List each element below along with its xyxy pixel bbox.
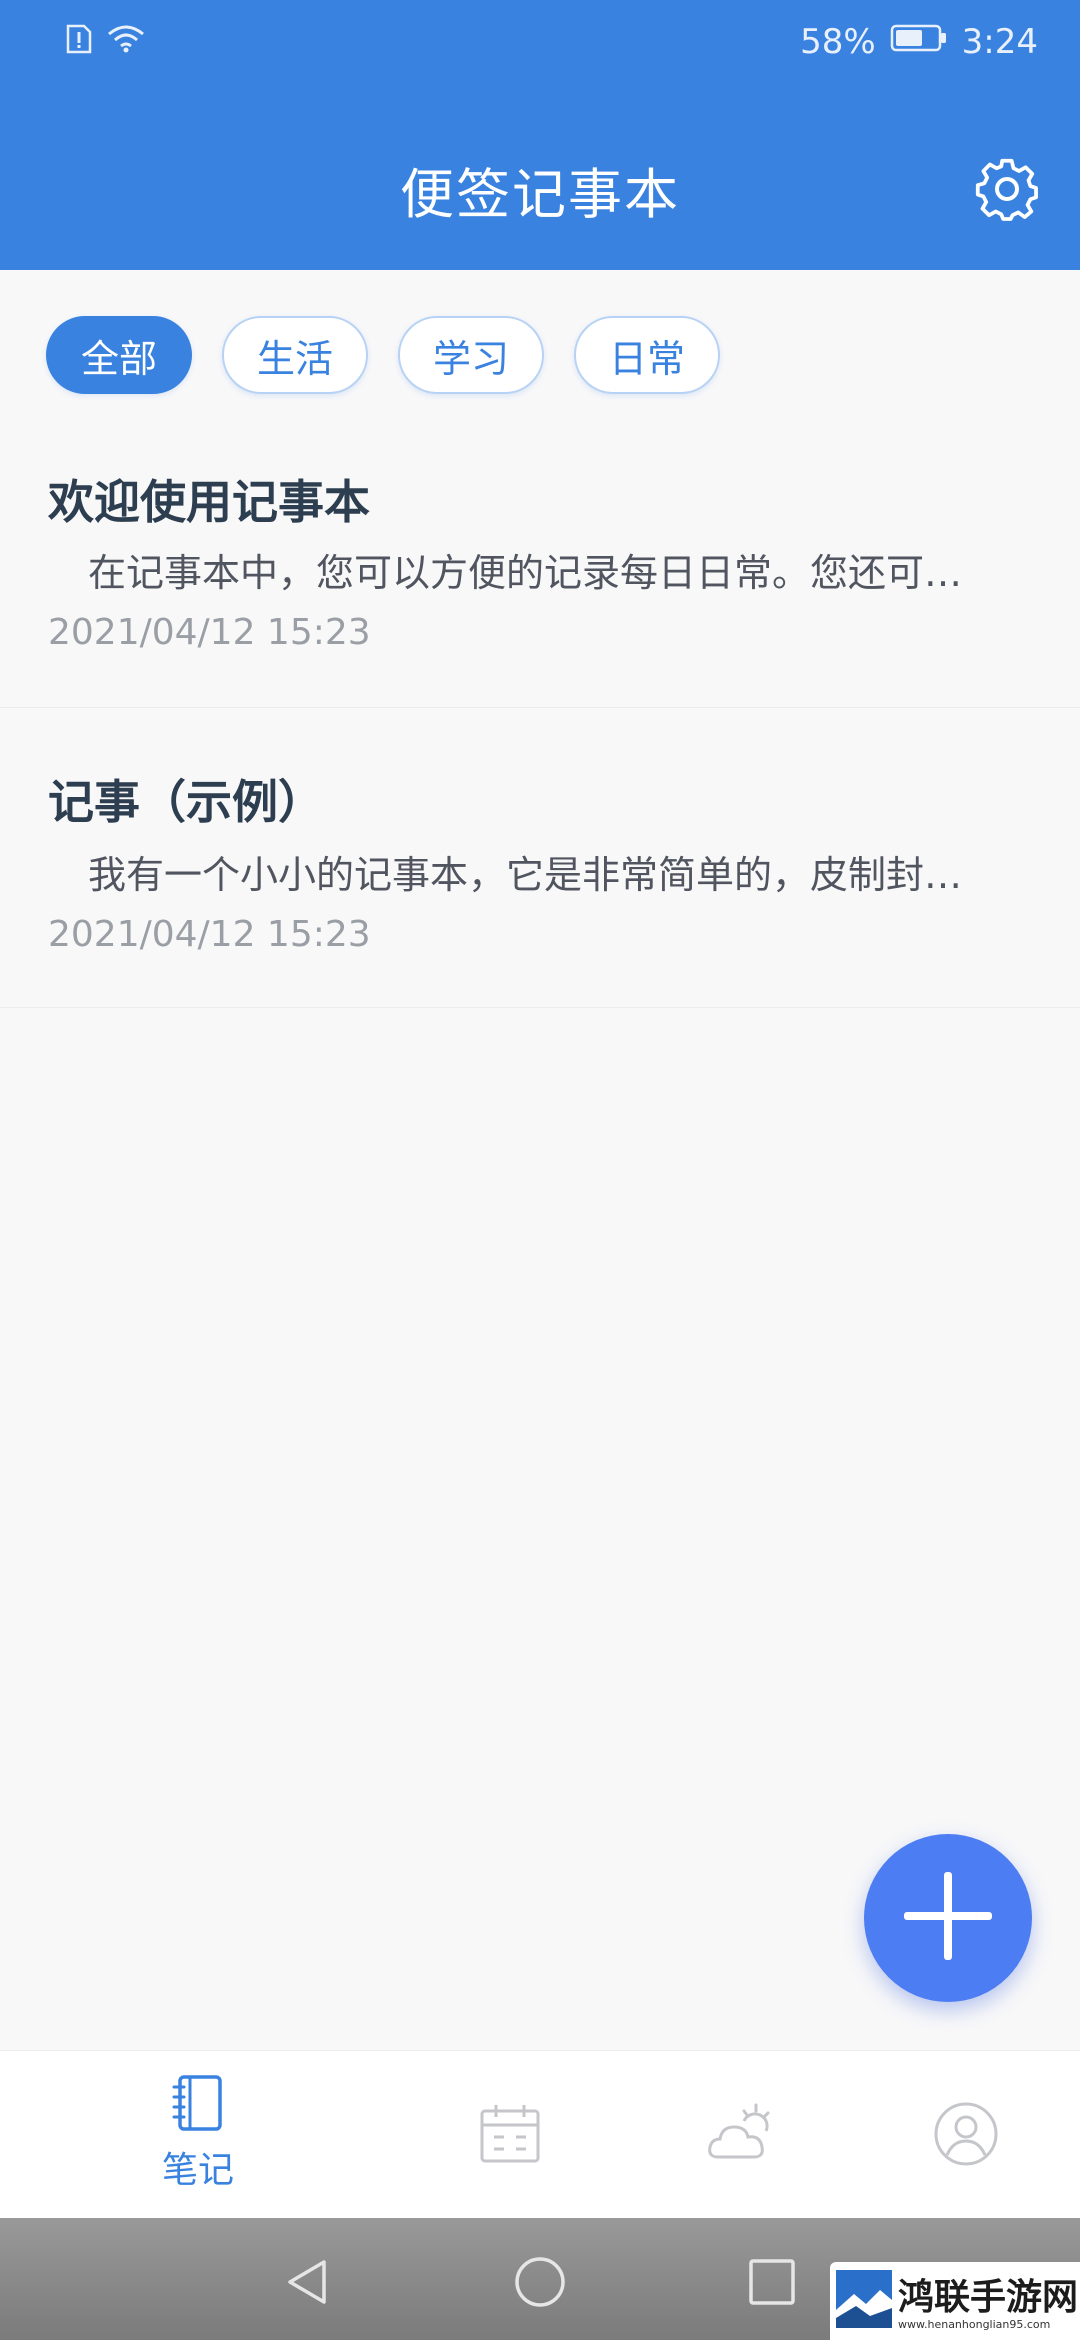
nav-profile[interactable] [906,2101,1026,2231]
calendar-icon [478,2101,542,2169]
recents-button[interactable] [746,2256,798,2308]
bottom-navigation: 笔记 [0,2050,1080,2218]
tab-all[interactable]: 全部 [46,316,192,394]
alert-sim-icon [66,24,92,58]
watermark-url: www.henanhonglian95.com [898,2318,1051,2331]
home-button[interactable] [514,2256,566,2308]
clock: 3:24 [961,22,1038,62]
home-icon [514,2257,566,2312]
back-icon [282,2260,334,2312]
recents-icon [746,2259,798,2312]
add-note-button[interactable] [864,1834,1032,2002]
wifi-icon [106,24,146,58]
nav-notes[interactable]: 笔记 [138,2073,258,2203]
watermark: 鸿联手游网 www.henanhonglian95.com [830,2262,1080,2340]
page-title: 便签记事本 [400,163,680,226]
nav-calendar[interactable] [450,2101,570,2231]
nav-notes-label: 笔记 [161,2150,234,2191]
note-date: 2021/04/12 15:23 [48,914,371,955]
gear-icon [974,158,1040,226]
tab-daily[interactable]: 日常 [574,316,720,394]
note-date: 2021/04/12 15:23 [48,612,371,653]
settings-button[interactable] [974,156,1040,222]
note-preview: 在记事本中，您可以方便的记录每日日常。您还可以按分类查看记事。 [88,551,998,595]
battery-icon [890,22,948,62]
watermark-logo-icon [836,2270,892,2328]
back-button[interactable] [282,2256,334,2308]
app-header: 58% 3:24 便签记事本 [0,0,1080,270]
status-bar: 58% 3:24 [0,0,1080,90]
tab-study[interactable]: 学习 [398,316,544,394]
category-tabs: 全部 生活 学习 日常 [46,316,720,394]
battery-percent: 58% [800,22,876,62]
note-item[interactable]: 记事（示例） 我有一个小小的记事本，它是非常简单的，皮制封面。 2021/04/… [0,708,1080,1008]
note-title: 记事（示例） [48,775,324,829]
nav-weather[interactable] [680,2101,800,2231]
note-item[interactable]: 欢迎使用记事本 在记事本中，您可以方便的记录每日日常。您还可以按分类查看记事。 … [0,440,1080,708]
weather-icon [706,2101,774,2169]
note-title: 欢迎使用记事本 [48,475,370,529]
tab-life[interactable]: 生活 [222,316,368,394]
note-preview: 我有一个小小的记事本，它是非常简单的，皮制封面。 [88,853,998,897]
notebook-icon [168,2073,228,2137]
plus-icon [902,1870,994,1966]
user-icon [933,2101,999,2171]
watermark-text: 鸿联手游网 [898,2276,1079,2318]
